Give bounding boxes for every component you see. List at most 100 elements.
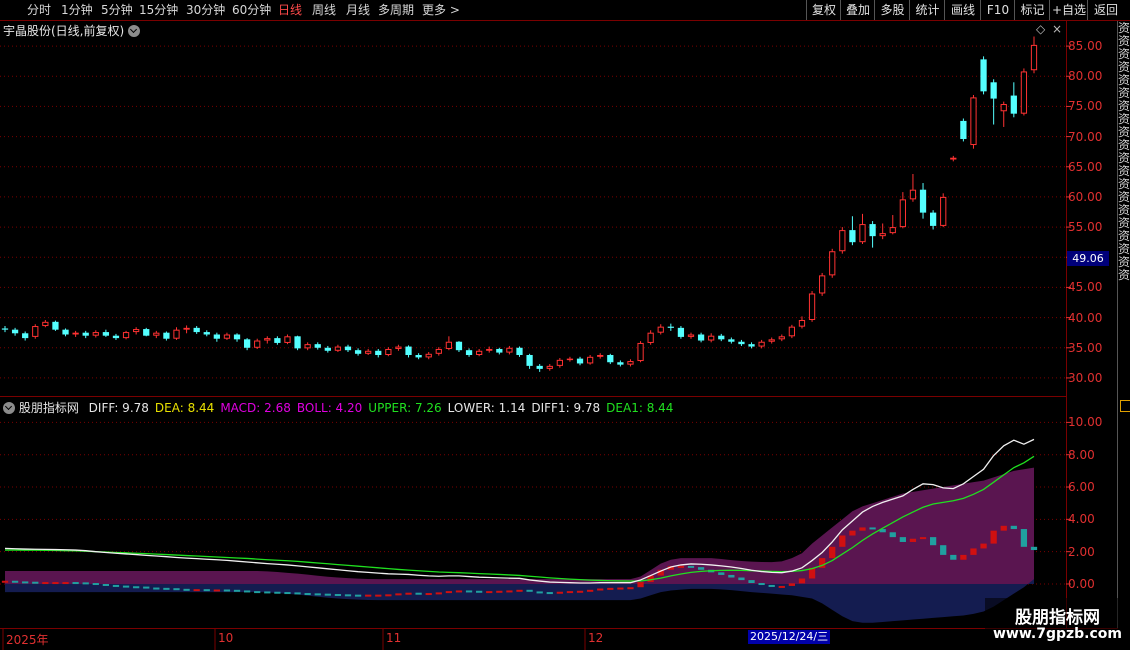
macd-bar xyxy=(385,594,392,597)
candle-body-up xyxy=(597,355,604,357)
candle-body-down xyxy=(82,332,89,336)
macd-bar xyxy=(274,591,281,594)
candle-body-up xyxy=(365,350,372,354)
macd-bar xyxy=(617,587,624,590)
macd-bar xyxy=(1000,525,1007,531)
candle-body-up xyxy=(808,293,816,321)
candle-body-down xyxy=(607,355,614,363)
candle-body-up xyxy=(173,329,180,339)
candle-body-down xyxy=(243,339,251,348)
candle-body-down xyxy=(465,350,473,356)
indicator-tick-label: 10.00 xyxy=(1068,415,1103,430)
candle-body-down xyxy=(354,350,362,354)
current-price-tag: 49.06 xyxy=(1067,251,1109,266)
candle-body-up xyxy=(133,329,140,333)
candle-body-down xyxy=(516,347,523,356)
candle-body-down xyxy=(869,224,876,237)
candle-body-down xyxy=(536,365,543,369)
macd-bar xyxy=(718,572,725,575)
candle-body-up xyxy=(425,353,432,358)
macd-bar xyxy=(395,593,402,596)
macd-bar xyxy=(92,583,99,586)
candle-body-up xyxy=(708,335,715,341)
macd-bar xyxy=(455,590,463,593)
macd-bar xyxy=(193,589,200,592)
macd-bar xyxy=(22,581,29,584)
candle-body-up xyxy=(183,327,190,330)
macd-bar xyxy=(405,592,412,595)
candle-body-down xyxy=(274,338,281,343)
candle-body-up xyxy=(153,332,160,336)
macd-bar xyxy=(546,592,553,595)
macd-bar xyxy=(112,584,120,587)
candle-body-down xyxy=(1,328,9,330)
macd-bar xyxy=(284,592,291,595)
cursor-date: 2025/12/24/三 xyxy=(748,630,831,644)
candle-body-down xyxy=(697,334,705,341)
candle-body-up xyxy=(445,341,453,349)
candle-body-down xyxy=(163,332,170,339)
macd-bar xyxy=(203,589,210,592)
macd-bar xyxy=(859,527,866,531)
macd-bar xyxy=(899,537,906,542)
candle-body-up xyxy=(92,332,99,336)
candle-body-up xyxy=(768,339,775,342)
candle-body-up xyxy=(304,344,311,349)
candle-body-down xyxy=(193,327,200,333)
macd-bar xyxy=(586,589,594,592)
candle-body-up xyxy=(264,338,271,341)
chart-canvas[interactable] xyxy=(0,0,1130,650)
price-tick-label: 85.00 xyxy=(1068,39,1103,54)
macd-bar xyxy=(758,583,765,586)
macd-bar xyxy=(798,578,806,584)
candle-body-up xyxy=(506,347,513,353)
candle-body-up xyxy=(395,346,402,349)
macd-bar xyxy=(415,592,422,595)
macd-bar xyxy=(677,565,685,568)
candle-body-up xyxy=(546,365,553,369)
candle-body-down xyxy=(667,326,674,328)
indicator-tick-label: 6.00 xyxy=(1068,480,1095,495)
candle-body-up xyxy=(940,196,947,226)
macd-bar xyxy=(687,565,695,568)
macd-bar xyxy=(960,554,967,560)
candle-body-up xyxy=(254,340,261,348)
indicator-tick-label: 0.00 xyxy=(1068,576,1095,591)
date-label: 11 xyxy=(386,631,402,645)
candle-body-up xyxy=(1020,71,1028,114)
candle-body-up xyxy=(72,332,79,335)
candle-body-up xyxy=(657,326,664,333)
macd-bar xyxy=(556,591,563,594)
candle-body-up xyxy=(566,358,574,361)
macd-bar xyxy=(102,583,110,586)
candle-body-up xyxy=(909,189,917,200)
price-tick-label: 55.00 xyxy=(1068,220,1103,235)
candle-body-up xyxy=(556,359,563,366)
candle-body-up xyxy=(334,346,342,351)
candle-body-up xyxy=(819,275,826,294)
indicator-tick-label: 8.00 xyxy=(1068,447,1095,462)
candle-body-down xyxy=(62,329,69,335)
candle-body-up xyxy=(122,332,130,339)
candle-body-up xyxy=(223,334,231,339)
macd-bar xyxy=(183,588,190,591)
macd-bar xyxy=(950,554,957,560)
macd-bar xyxy=(42,582,49,585)
candle-body-down xyxy=(405,346,412,356)
candle-body-down xyxy=(980,59,987,92)
date-label: 12 xyxy=(588,631,604,645)
watermark: 股朋指标网 www.7gpzb.com xyxy=(985,598,1130,650)
side-box-icon[interactable] xyxy=(1120,400,1130,412)
candle-body-up xyxy=(859,224,866,243)
macd-bar xyxy=(990,530,997,544)
candle-body-up xyxy=(889,227,896,234)
macd-bar xyxy=(909,538,917,542)
macd-bar xyxy=(1030,546,1038,551)
macd-bar xyxy=(476,590,483,593)
price-tick-label: 80.00 xyxy=(1068,69,1103,84)
macd-bar xyxy=(637,582,644,588)
candle-body-up xyxy=(586,356,594,364)
macd-bar xyxy=(929,537,937,546)
macd-bar xyxy=(375,594,382,597)
macd-bar xyxy=(62,582,69,585)
